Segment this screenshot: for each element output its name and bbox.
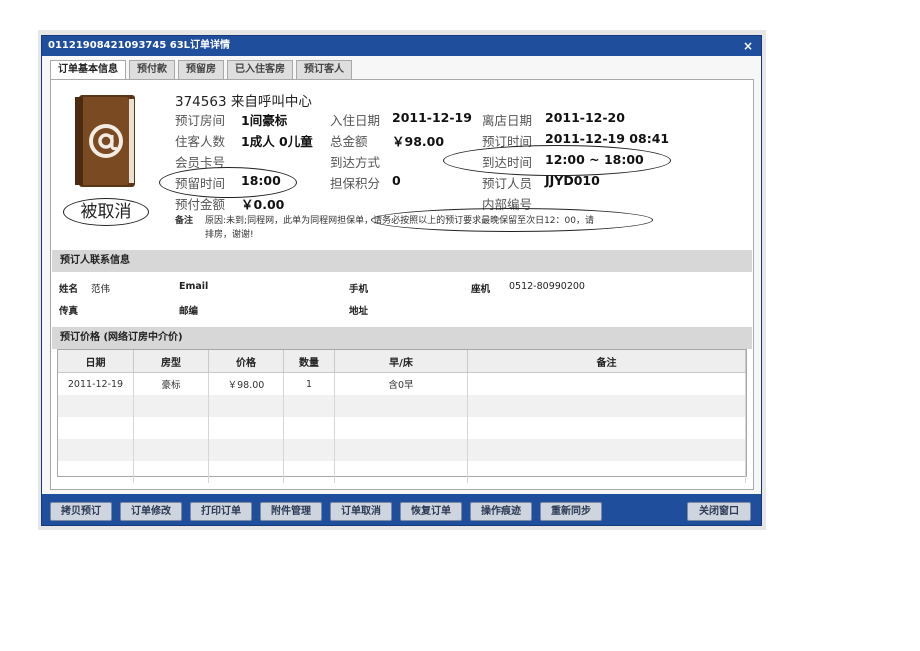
restore-order-button[interactable]: 恢复订单	[400, 502, 462, 521]
cell-room-type: 豪标	[133, 372, 209, 395]
phone-value: 0512-80990200	[509, 281, 585, 292]
col-date[interactable]: 日期	[58, 350, 134, 373]
tab-guests[interactable]: 预订客人	[296, 60, 352, 79]
empty-row	[58, 417, 746, 439]
note-oval	[371, 208, 653, 232]
tab-prepayment[interactable]: 预付款	[129, 60, 175, 79]
room-value: 1间豪标	[241, 113, 288, 128]
table-row[interactable]: 2011-12-19 豪标 ￥98.00 1 含0早	[58, 372, 746, 395]
window-titlebar: 01121908421093745 63L订单详情 ×	[42, 36, 761, 56]
operation-log-button[interactable]: 操作痕迹	[470, 502, 532, 521]
phone-label: 座机	[471, 284, 491, 295]
total-label: 总金额	[330, 134, 368, 149]
name-value: 范伟	[91, 284, 111, 295]
col-breakfast[interactable]: 早/床	[334, 350, 468, 373]
email-label: Email	[179, 281, 209, 292]
attachments-button[interactable]: 附件管理	[260, 502, 322, 521]
checkout-value: 2011-12-20	[545, 110, 625, 125]
note-label: 备注	[175, 216, 194, 226]
close-window-button[interactable]: 关闭窗口	[687, 502, 751, 521]
empty-row	[58, 395, 746, 417]
order-detail-window: 01121908421093745 63L订单详情 × 订单基本信息 预付款 预…	[41, 35, 762, 526]
note-line-2: 排房，谢谢!	[205, 230, 254, 240]
action-toolbar: 拷贝预订 订单修改 打印订单 附件管理 订单取消 恢复订单 操作痕迹 重新同步 …	[42, 494, 761, 525]
guarantee-label: 担保积分	[330, 176, 381, 191]
room-label: 预订房间	[175, 113, 226, 128]
order-id-source: 374563 来自呼叫中心	[175, 94, 312, 110]
tab-basic-info[interactable]: 订单基本信息	[50, 60, 126, 80]
price-table: 日期 房型 价格 数量 早/床 备注 2011-12-19 豪标 ￥98.00 …	[57, 349, 747, 483]
col-room-type[interactable]: 房型	[133, 350, 209, 373]
checkin-value: 2011-12-19	[392, 110, 472, 125]
col-quantity[interactable]: 数量	[283, 350, 335, 373]
tab-reserved-rooms[interactable]: 预留房	[178, 60, 224, 79]
address-book-icon	[75, 95, 135, 187]
checkin-label: 入住日期	[330, 113, 381, 128]
arrival-mode-label: 到达方式	[330, 155, 381, 170]
cell-remarks	[467, 372, 746, 395]
guests-value: 1成人 0儿童	[241, 134, 313, 149]
empty-row	[58, 461, 746, 483]
cell-quantity: 1	[283, 372, 335, 395]
cell-date: 2011-12-19	[58, 372, 134, 395]
price-section-header: 预订价格 (网络订房中介价)	[52, 327, 752, 349]
col-price[interactable]: 价格	[208, 350, 284, 373]
print-order-button[interactable]: 打印订单	[190, 502, 252, 521]
hold-time-oval	[159, 167, 297, 198]
contact-section-header: 预订人联系信息	[52, 250, 752, 272]
name-label: 姓名	[59, 284, 79, 295]
tab-bar: 订单基本信息 预付款 预留房 已入住客房 预订客人	[50, 60, 355, 80]
address-label: 地址	[349, 306, 369, 317]
guarantee-value: 0	[392, 173, 401, 188]
cell-breakfast: 含0早	[334, 372, 468, 395]
modify-order-button[interactable]: 订单修改	[120, 502, 182, 521]
checkout-label: 离店日期	[482, 113, 533, 128]
cell-price: ￥98.00	[208, 372, 284, 395]
copy-booking-button[interactable]: 拷贝预订	[50, 502, 112, 521]
cancel-order-button[interactable]: 订单取消	[330, 502, 392, 521]
window-title: 01121908421093745 63L订单详情	[48, 40, 231, 51]
close-icon[interactable]: ×	[743, 36, 753, 56]
arrival-time-oval	[443, 145, 671, 176]
book-time-value: 2011-12-19 08:41	[545, 131, 670, 146]
empty-row	[58, 439, 746, 461]
fax-label: 传真	[59, 306, 79, 317]
resync-button[interactable]: 重新同步	[540, 502, 602, 521]
cancelled-stamp: 被取消	[80, 202, 132, 222]
total-value: ￥98.00	[392, 134, 445, 149]
guests-label: 住客人数	[175, 134, 226, 149]
tab-checked-in-rooms[interactable]: 已入住客房	[227, 60, 293, 79]
booker-label: 预订人员	[482, 176, 533, 191]
col-remarks[interactable]: 备注	[467, 350, 746, 373]
mobile-label: 手机	[349, 284, 369, 295]
zip-label: 邮编	[179, 306, 199, 317]
